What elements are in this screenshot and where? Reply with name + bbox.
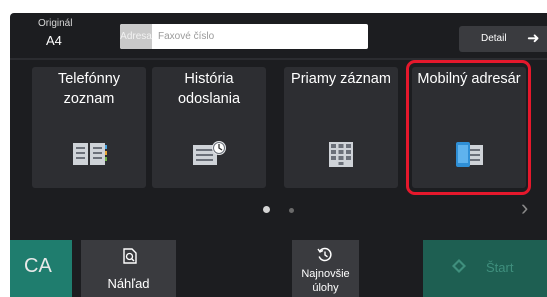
tile-direct-entry[interactable]: Priamy záznam [284,67,398,188]
chevron-right-icon[interactable]: › [521,195,528,221]
send-history-icon [193,141,226,165]
tile-send-history[interactable]: História odoslania [152,67,266,188]
page-indicator-active [263,206,270,213]
detail-button[interactable]: Detail ➜ [459,26,547,52]
fax-number-input[interactable] [158,24,363,49]
ca-button[interactable]: CA [10,240,72,297]
address-field[interactable]: Adresa [120,24,368,49]
tile-label: Priamy záznam [291,71,391,87]
ca-label: CA [24,255,52,277]
recent-jobs-button[interactable]: Najnovšie úlohy [292,240,359,297]
preview-icon [123,248,137,264]
original-label: Originál [38,18,73,29]
selection-highlight [406,60,531,195]
tile-label: História odoslania [177,71,241,107]
address-tag: Adresa [120,24,152,49]
original-size-indicator[interactable]: Originál A4 [26,18,86,52]
fax-screen: Originál A4 Adresa Detail ➜ Telefónny zo… [10,13,547,297]
detail-label: Detail [481,33,507,44]
tile-label: Telefónny zoznam [57,71,121,107]
history-clock-icon [317,247,332,262]
keypad-icon [329,142,353,167]
tile-phone-book[interactable]: Telefónny zoznam [32,67,146,188]
arrow-right-icon: ➜ [527,30,540,47]
preview-label: Náhľad [107,276,150,291]
bottom-bar: CA Náhľad Najnovšie úlohy Štart [10,240,547,297]
recent-jobs-label: Najnovšie úlohy [301,268,350,294]
preview-button[interactable]: Náhľad [81,240,176,297]
start-button[interactable]: Štart [423,240,547,297]
original-value: A4 [46,33,62,48]
address-book-icon [73,143,107,165]
page-indicator-inactive[interactable] [289,208,294,213]
start-label: Štart [486,260,514,275]
start-diamond-icon [452,259,466,273]
